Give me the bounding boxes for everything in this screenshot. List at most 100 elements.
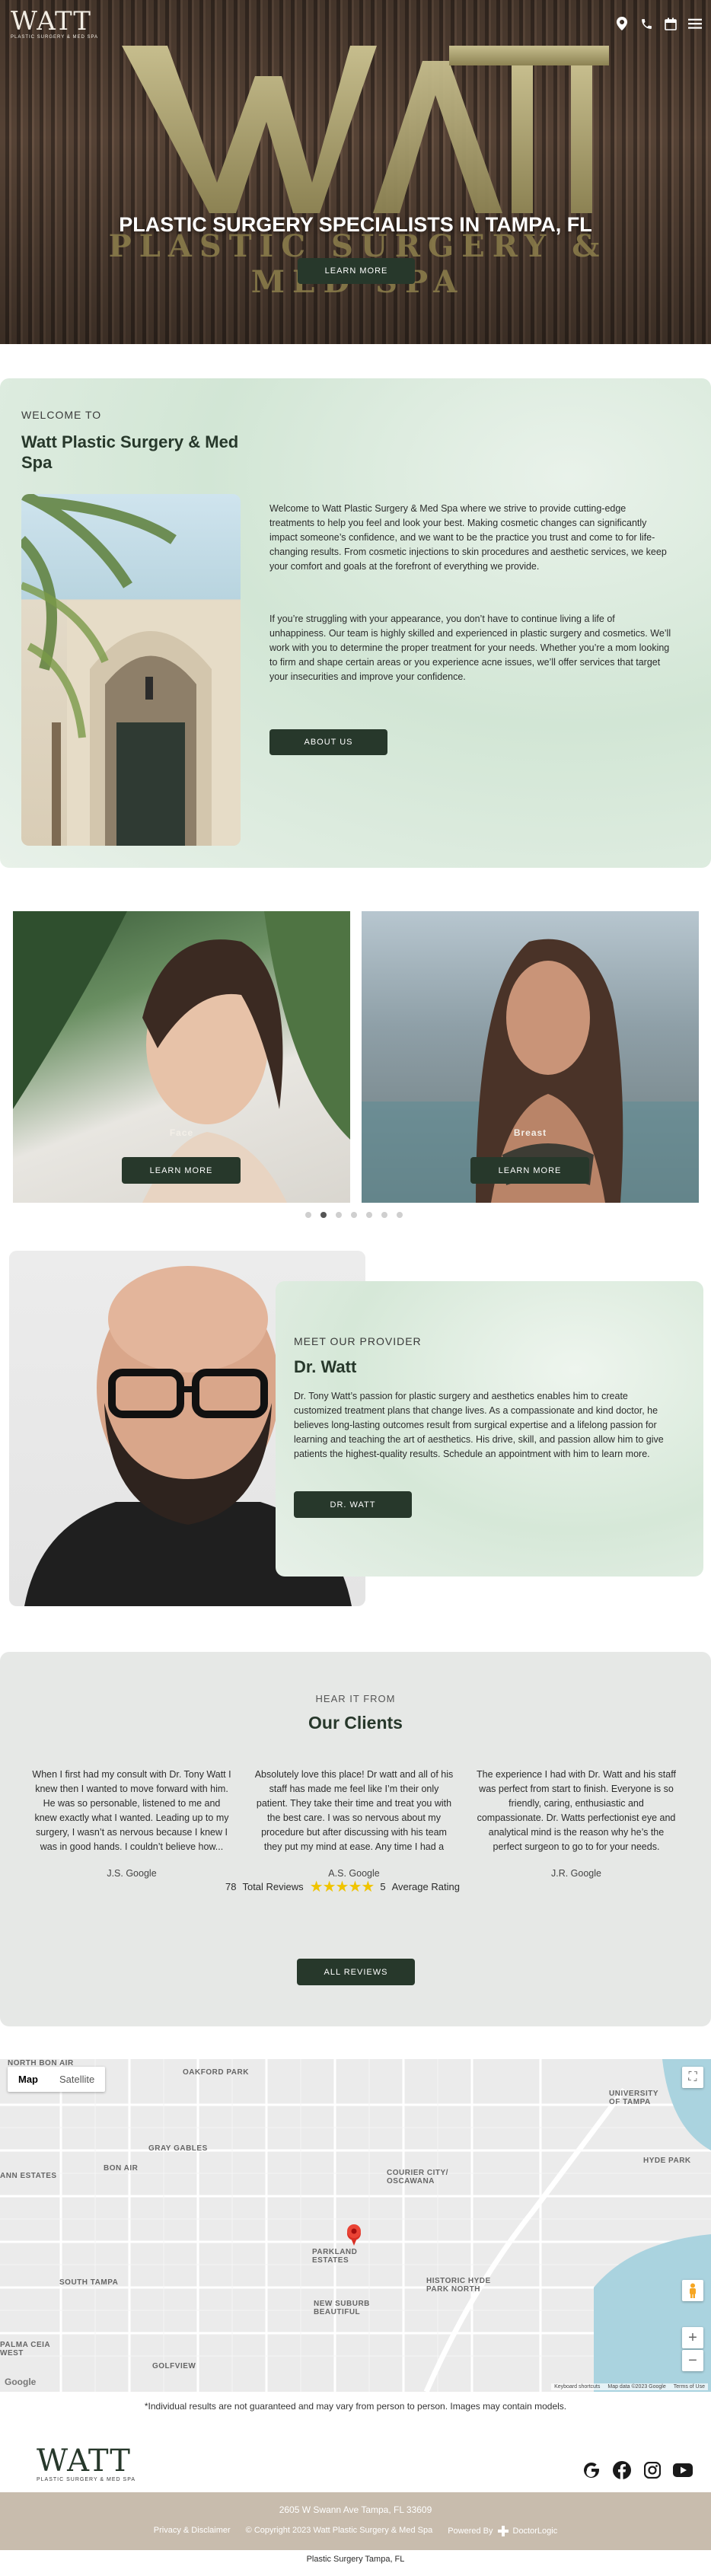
slider-dot[interactable] <box>351 1212 357 1218</box>
review-total-label: Total Reviews <box>242 1881 304 1892</box>
welcome-section: WELCOME TO Watt Plastic Surgery & Med Sp… <box>0 378 711 868</box>
dr-watt-button[interactable]: DR. WATT <box>294 1491 412 1518</box>
phone-icon[interactable] <box>639 17 653 30</box>
privacy-link[interactable]: Privacy & Disclaimer <box>154 2526 231 2536</box>
slider-dot[interactable] <box>366 1212 372 1218</box>
slider-dot[interactable] <box>397 1212 403 1218</box>
header-icons <box>615 17 702 30</box>
review-item: The experience I had with Dr. Watt and h… <box>477 1768 676 1881</box>
slider-dot[interactable] <box>336 1212 342 1218</box>
welcome-kicker: WELCOME TO <box>21 409 102 421</box>
review-rating-label: Average Rating <box>391 1881 460 1892</box>
logo-subtitle: PLASTIC SURGERY & MED SPA <box>11 35 99 40</box>
review-total: 78 <box>225 1881 237 1892</box>
reviews-title: Our Clients <box>308 1713 403 1733</box>
map-place-label: GOLFVIEW <box>152 2362 196 2370</box>
map-attribution: Keyboard shortcuts Map data ©2023 Google… <box>551 2383 708 2390</box>
welcome-paragraph-1: Welcome to Watt Plastic Surgery & Med Sp… <box>269 503 667 572</box>
hero-learn-more-button[interactable]: LEARN MORE <box>298 258 415 284</box>
footer-logo[interactable]: WATT PLASTIC SURGERY & MED SPA <box>37 2445 136 2482</box>
welcome-paragraph-2: If you’re struggling with your appearanc… <box>269 614 671 682</box>
slide-face[interactable]: Face LEARN MORE <box>13 911 350 1203</box>
provider-name: Dr. Watt <box>294 1357 357 1376</box>
map-place-label: UNIVERSITY OF TAMPA <box>609 2090 658 2106</box>
facebook-icon[interactable] <box>612 2460 632 2480</box>
about-us-button[interactable]: ABOUT US <box>269 729 387 755</box>
review-item: When I first had my consult with Dr. Ton… <box>32 1768 231 1881</box>
provider-kicker: MEET OUR PROVIDER <box>294 1335 422 1347</box>
review-quote: Absolutely love this place! Dr watt and … <box>254 1769 454 1852</box>
footer-seo-line: Plastic Surgery Tampa, FL <box>306 2555 405 2564</box>
slide-breast[interactable]: Breast LEARN MORE <box>362 911 699 1203</box>
powered-by: Powered By DoctorLogic <box>448 2526 557 2536</box>
footer-links: Privacy & Disclaimer © Copyright 2023 Wa… <box>0 2526 711 2536</box>
zoom-in-icon[interactable]: + <box>682 2327 703 2348</box>
map-place-label: BON AIR <box>104 2164 139 2173</box>
review-quote: When I first had my consult with Dr. Ton… <box>32 1769 231 1852</box>
site-logo[interactable]: WATT PLASTIC SURGERY & MED SPA <box>11 8 98 40</box>
review-rating: 5 <box>380 1881 386 1892</box>
footer-logo-word: WATT <box>37 2444 131 2479</box>
doctorlogic-icon <box>497 2526 509 2536</box>
copyright-text: © Copyright 2023 Watt Plastic Surgery & … <box>245 2526 433 2535</box>
rating-stars-icon: ★★★★★ <box>309 1879 375 1895</box>
building-photo <box>21 494 241 846</box>
google-logo: Google <box>5 2377 37 2387</box>
terms-of-use-link[interactable]: Terms of Use <box>674 2384 705 2389</box>
map-place-label: SOUTH TAMPA <box>59 2278 119 2287</box>
all-reviews-button[interactable]: ALL REVIEWS <box>297 1959 415 1985</box>
welcome-title: Watt Plastic Surgery & Med Spa <box>21 432 239 472</box>
hero-banner: PLASTIC SURGERY & MED SPA WATT PLASTIC S… <box>0 0 711 344</box>
map-data-text: Map data ©2023 Google <box>607 2384 666 2389</box>
results-disclaimer: *Individual results are not guaranteed a… <box>144 2401 567 2412</box>
pegman-icon[interactable] <box>682 2280 703 2301</box>
map-place-label: HYDE PARK <box>643 2157 691 2165</box>
logo-word: WATT <box>11 6 91 37</box>
map-place-label: HISTORIC HYDE PARK NORTH <box>426 2277 491 2294</box>
map-place-label: GRAY GABLES <box>148 2144 208 2153</box>
review-item: Absolutely love this place! Dr watt and … <box>254 1768 454 1881</box>
slide-label: Breast <box>513 1127 547 1138</box>
map-place-label: NEW SUBURB BEAUTIFUL <box>314 2300 370 2316</box>
youtube-icon[interactable] <box>673 2460 693 2480</box>
slide-label: Face <box>169 1127 194 1138</box>
zoom-out-icon[interactable]: − <box>682 2350 703 2371</box>
slide-learn-more-button[interactable]: LEARN MORE <box>470 1157 589 1184</box>
reviews-section: HEAR IT FROM Our Clients When I first ha… <box>0 1652 711 2026</box>
powered-by-label: Powered By <box>448 2527 493 2536</box>
map-place-label: COURIER CITY/ OSCAWANA <box>387 2169 448 2185</box>
footer-bar: 2605 W Swann Ave Tampa, FL 33609 Privacy… <box>0 2492 711 2550</box>
location-icon[interactable] <box>615 17 629 30</box>
slider-dots <box>305 1212 403 1218</box>
footer-logo-subtitle: PLASTIC SURGERY & MED SPA <box>37 2477 136 2482</box>
review-author: J.S. Google <box>107 1868 157 1879</box>
map-place-label: OAKFORD PARK <box>183 2068 249 2077</box>
calendar-icon[interactable] <box>664 17 678 30</box>
slide-learn-more-button[interactable]: LEARN MORE <box>122 1157 241 1184</box>
instagram-icon[interactable] <box>642 2460 662 2480</box>
reviews-kicker: HEAR IT FROM <box>315 1693 396 1702</box>
provider-description: Dr. Tony Watt’s passion for plastic surg… <box>294 1391 664 1459</box>
keyboard-shortcuts-link[interactable]: Keyboard shortcuts <box>554 2384 600 2389</box>
hero-title: PLASTIC SURGERY SPECIALISTS IN TAMPA, FL <box>119 213 592 236</box>
map-type-map[interactable]: Map <box>8 2067 49 2092</box>
map-place-label: PARKLAND ESTATES <box>312 2248 358 2265</box>
slider-dot[interactable] <box>320 1212 327 1218</box>
map-place-label: ANN ESTATES <box>0 2172 57 2180</box>
menu-icon[interactable] <box>688 17 702 30</box>
fullscreen-icon[interactable]: ⛶ <box>682 2067 703 2088</box>
footer-address[interactable]: 2605 W Swann Ave Tampa, FL 33609 <box>0 2504 711 2515</box>
map-place-label: PALMA CEIA WEST <box>0 2341 50 2358</box>
hero-watt-sign <box>122 46 609 213</box>
location-map[interactable]: Map Satellite NORTH BON AIR OAKFORD PARK… <box>0 2059 711 2392</box>
doctorlogic-link[interactable]: DoctorLogic <box>513 2527 558 2536</box>
map-type-toggle: Map Satellite <box>8 2067 106 2092</box>
slider-dot[interactable] <box>305 1212 311 1218</box>
review-author: J.R. Google <box>550 1868 601 1879</box>
review-quote: The experience I had with Dr. Watt and h… <box>477 1769 676 1852</box>
reviews-summary: 78 Total Reviews ★★★★★ 5 Average Rating <box>225 1877 460 1896</box>
google-icon[interactable] <box>582 2460 601 2480</box>
map-type-satellite[interactable]: Satellite <box>49 2067 105 2092</box>
slider-dot[interactable] <box>381 1212 387 1218</box>
social-links <box>582 2460 693 2480</box>
